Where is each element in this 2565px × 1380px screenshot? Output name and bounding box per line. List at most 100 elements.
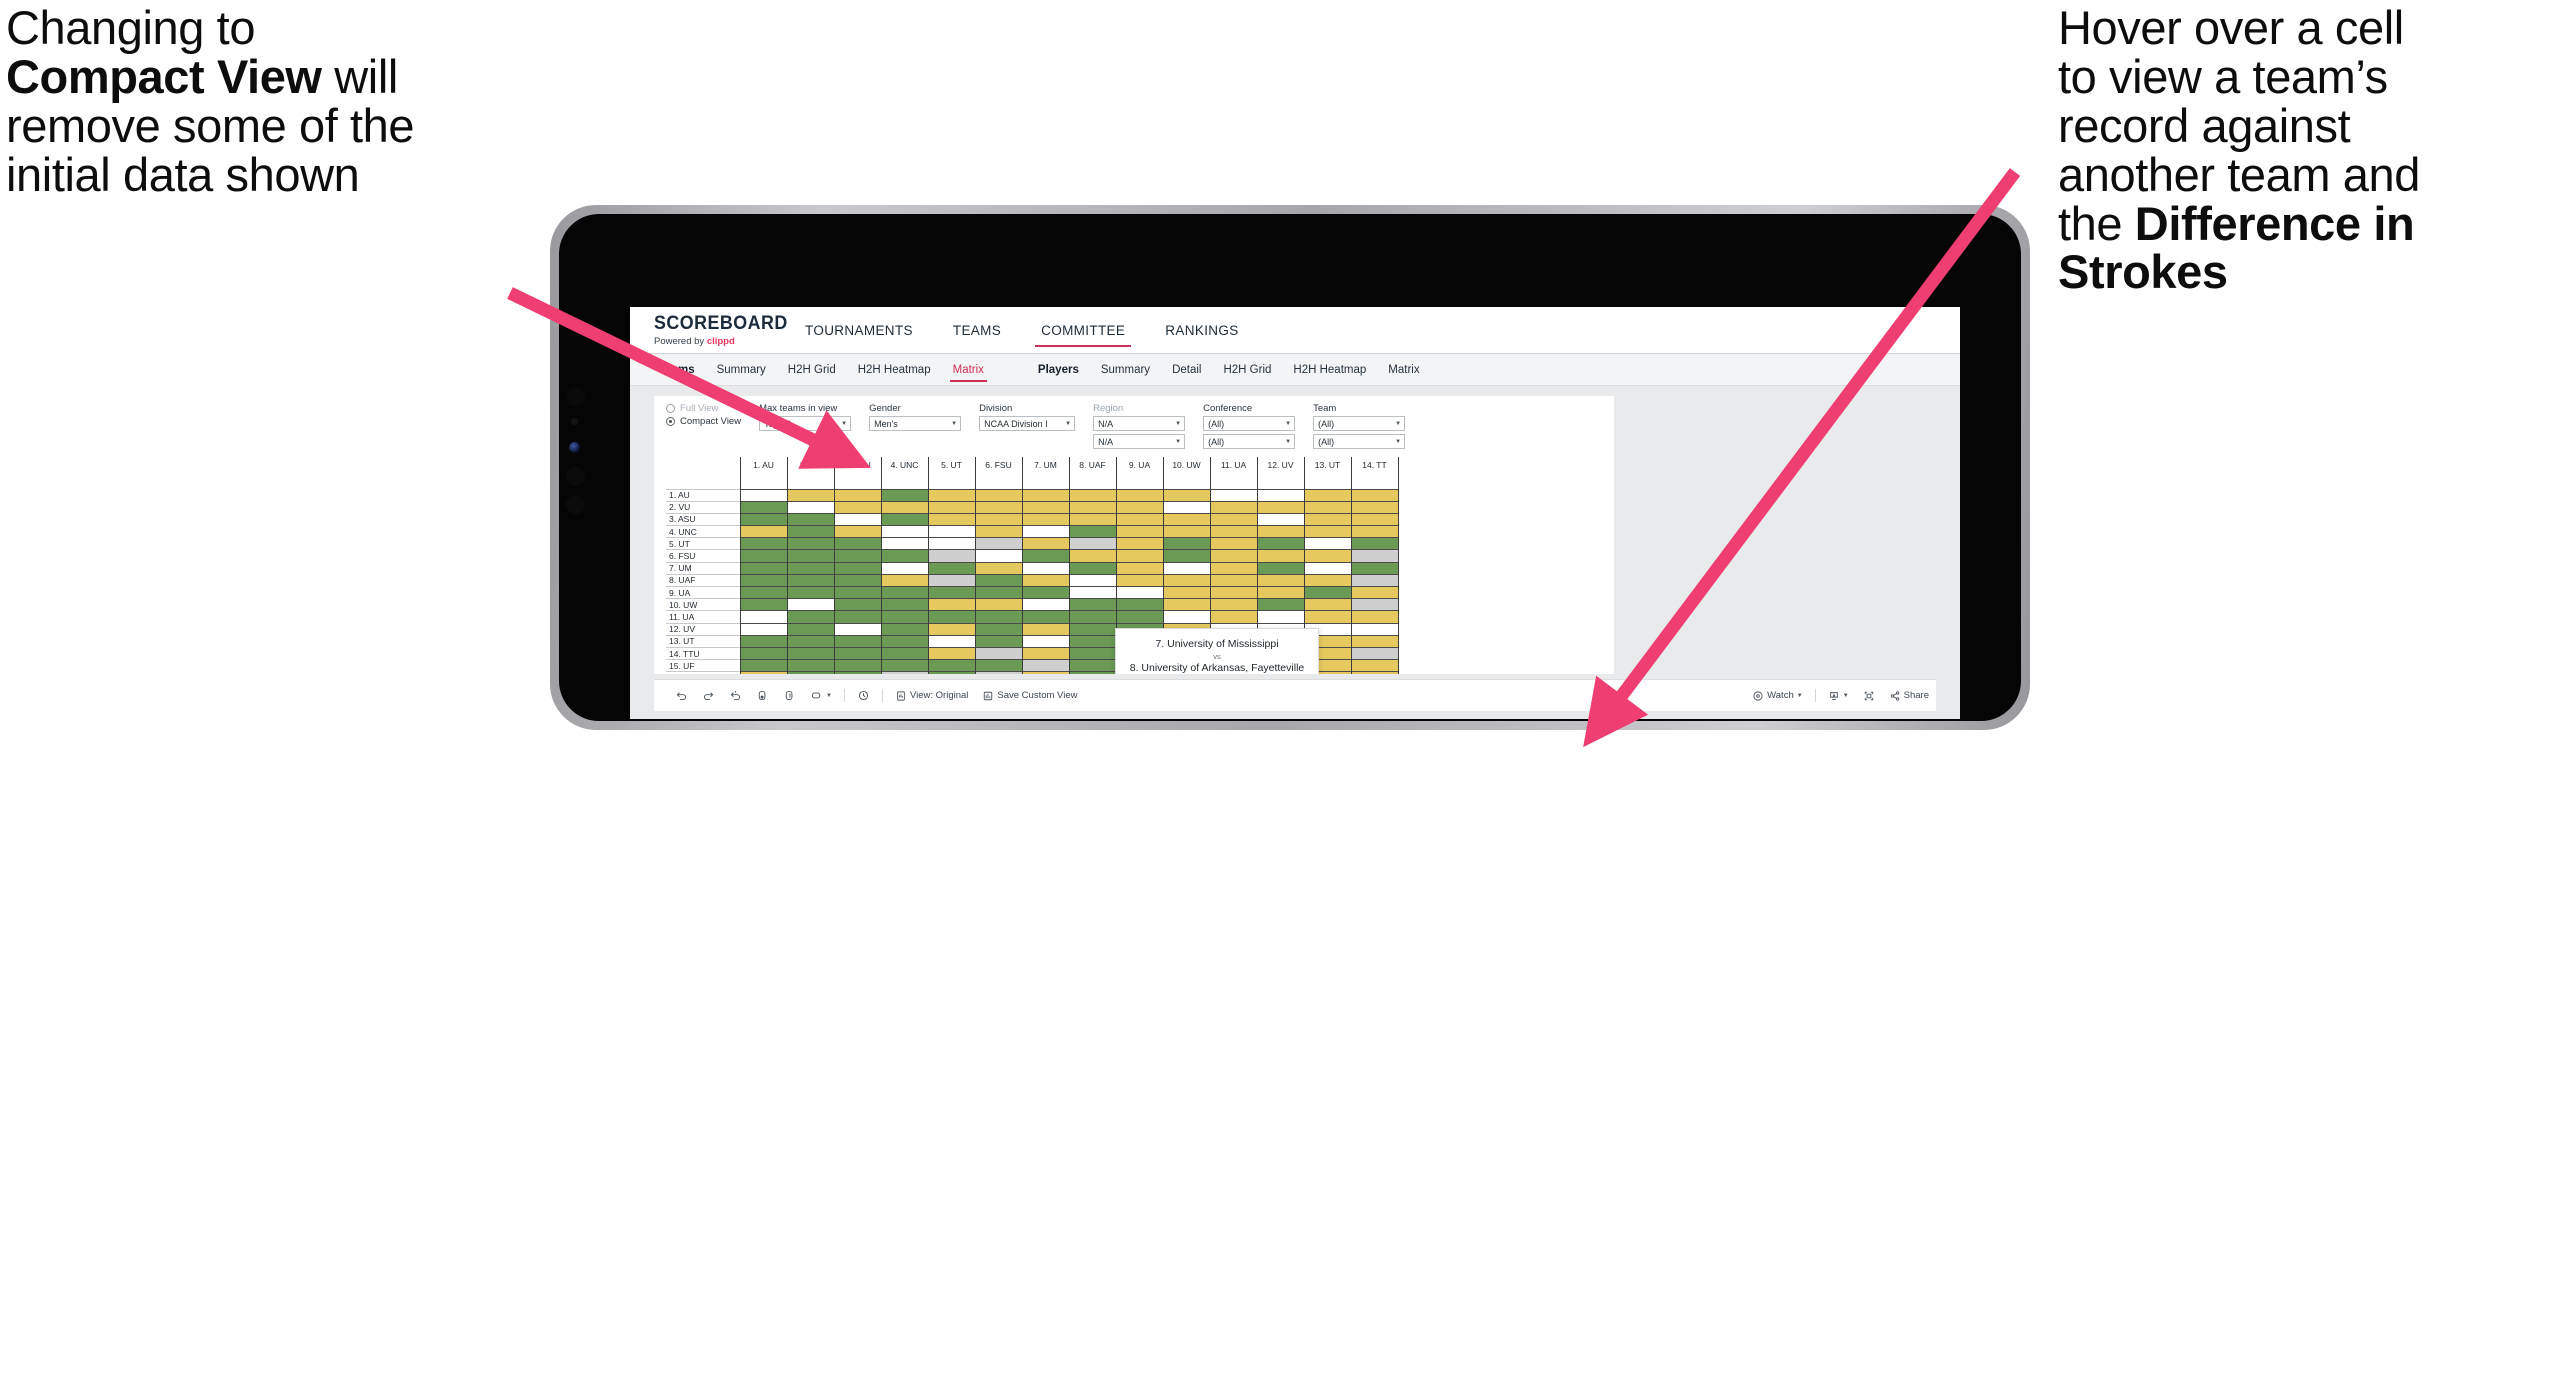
matrix-cell[interactable] — [1069, 561, 1117, 575]
history-button[interactable] — [850, 689, 877, 702]
matrix-cell[interactable] — [881, 671, 929, 674]
matrix-cell[interactable] — [1351, 500, 1399, 514]
matrix-cell[interactable] — [834, 634, 882, 648]
matrix-cell[interactable] — [1116, 500, 1164, 514]
matrix-cell[interactable] — [1069, 610, 1117, 624]
division-select[interactable]: NCAA Division I ▼ — [979, 416, 1076, 431]
matrix-cell[interactable] — [1069, 525, 1117, 538]
matrix-cell[interactable] — [1163, 549, 1211, 563]
matrix-cell[interactable] — [881, 659, 929, 672]
matrix-cell[interactable] — [881, 549, 929, 563]
matrix-cell[interactable] — [1069, 671, 1117, 674]
matrix-cell[interactable] — [928, 622, 976, 636]
matrix-cell[interactable] — [928, 598, 976, 611]
matrix-cell[interactable] — [739, 549, 788, 563]
matrix-cell[interactable] — [739, 646, 788, 660]
matrix-cell[interactable] — [834, 659, 882, 672]
matrix-cell[interactable] — [1351, 537, 1399, 550]
matrix-cell[interactable] — [1210, 585, 1258, 599]
matrix-cell[interactable] — [834, 598, 882, 611]
alert-button[interactable]: ▼ — [803, 689, 839, 702]
matrix-cell[interactable] — [787, 671, 835, 674]
matrix-cell[interactable] — [1351, 488, 1399, 502]
matrix-cell[interactable] — [928, 634, 976, 648]
team-select-1[interactable]: (All) ▼ — [1313, 416, 1406, 431]
nav-teams[interactable]: TEAMS — [933, 307, 1021, 353]
matrix-cell[interactable] — [1022, 610, 1070, 624]
matrix-cell[interactable] — [787, 488, 835, 502]
matrix-cell[interactable] — [1257, 488, 1305, 502]
matrix-cell[interactable] — [1304, 525, 1352, 538]
matrix-cell[interactable] — [1257, 537, 1305, 550]
matrix-cell[interactable] — [1069, 646, 1117, 660]
matrix-cell[interactable] — [739, 659, 788, 672]
matrix-cell[interactable] — [975, 659, 1023, 672]
matrix-cell[interactable] — [834, 561, 882, 575]
matrix-cell[interactable] — [787, 610, 835, 624]
matrix-cell[interactable] — [1116, 488, 1164, 502]
subnav-players-matrix[interactable]: Matrix — [1377, 354, 1430, 385]
matrix-cell[interactable] — [1351, 634, 1399, 648]
matrix-cell[interactable] — [1304, 488, 1352, 502]
matrix-cell[interactable] — [787, 598, 835, 611]
matrix-cell[interactable] — [1116, 549, 1164, 563]
redo-button[interactable] — [695, 689, 722, 702]
matrix-cell[interactable] — [928, 659, 976, 672]
matrix-cell[interactable] — [1210, 525, 1258, 538]
view-original-button[interactable]: View: Original — [888, 690, 975, 702]
save-custom-view-button[interactable]: Save Custom View — [975, 690, 1084, 702]
matrix-cell[interactable] — [1163, 598, 1211, 611]
nav-tournaments[interactable]: TOURNAMENTS — [785, 307, 933, 353]
matrix-cell[interactable] — [928, 488, 976, 502]
matrix-cell[interactable] — [1022, 512, 1070, 526]
matrix-cell[interactable] — [1257, 610, 1305, 624]
matrix-cell[interactable] — [975, 488, 1023, 502]
nav-rankings[interactable]: RANKINGS — [1145, 307, 1258, 353]
matrix-cell[interactable] — [1210, 610, 1258, 624]
matrix-cell[interactable] — [1210, 561, 1258, 575]
matrix-cell[interactable] — [975, 622, 1023, 636]
matrix-cell[interactable] — [787, 622, 835, 636]
matrix-cell[interactable] — [1304, 561, 1352, 575]
matrix-cell[interactable] — [787, 634, 835, 648]
matrix-cell[interactable] — [787, 525, 835, 538]
team-select-2[interactable]: (All) ▼ — [1313, 434, 1406, 449]
matrix-cell[interactable] — [1116, 561, 1164, 575]
matrix-cell[interactable] — [1116, 585, 1164, 599]
matrix-cell[interactable] — [1351, 622, 1399, 636]
matrix-cell[interactable] — [1257, 512, 1305, 526]
matrix-cell[interactable] — [787, 573, 835, 587]
matrix-cell[interactable] — [928, 671, 976, 674]
matrix-cell[interactable] — [881, 500, 929, 514]
matrix-cell[interactable] — [1257, 585, 1305, 599]
subnav-teams-h2h-heatmap[interactable]: H2H Heatmap — [847, 354, 942, 385]
matrix-cell[interactable] — [834, 610, 882, 624]
matrix-cell[interactable] — [1069, 512, 1117, 526]
matrix-cell[interactable] — [975, 646, 1023, 660]
matrix-cell[interactable] — [881, 488, 929, 502]
subnav-teams-matrix[interactable]: Matrix — [942, 354, 995, 385]
radio-full-view[interactable]: Full View — [666, 403, 741, 414]
matrix-cell[interactable] — [975, 585, 1023, 599]
matrix-cell[interactable] — [928, 525, 976, 538]
matrix-cell[interactable] — [1351, 573, 1399, 587]
matrix-cell[interactable] — [739, 671, 788, 674]
matrix-cell[interactable] — [1022, 573, 1070, 587]
matrix-cell[interactable] — [975, 573, 1023, 587]
matrix-cell[interactable] — [1022, 585, 1070, 599]
pause-button[interactable] — [776, 689, 803, 702]
matrix-cell[interactable] — [787, 500, 835, 514]
conference-select-1[interactable]: (All) ▼ — [1203, 416, 1296, 431]
matrix-cell[interactable] — [739, 561, 788, 575]
matrix-cell[interactable] — [1022, 622, 1070, 636]
matrix-cell[interactable] — [739, 488, 788, 502]
matrix-cell[interactable] — [1022, 488, 1070, 502]
radio-compact-view[interactable]: Compact View — [666, 416, 741, 427]
matrix-cell[interactable] — [881, 622, 929, 636]
matrix-cell[interactable] — [1351, 561, 1399, 575]
matrix-cell[interactable] — [834, 585, 882, 599]
matrix-cell[interactable] — [1210, 500, 1258, 514]
subnav-teams-summary[interactable]: Summary — [706, 354, 777, 385]
matrix-cell[interactable] — [834, 549, 882, 563]
matrix-cell[interactable] — [1304, 512, 1352, 526]
